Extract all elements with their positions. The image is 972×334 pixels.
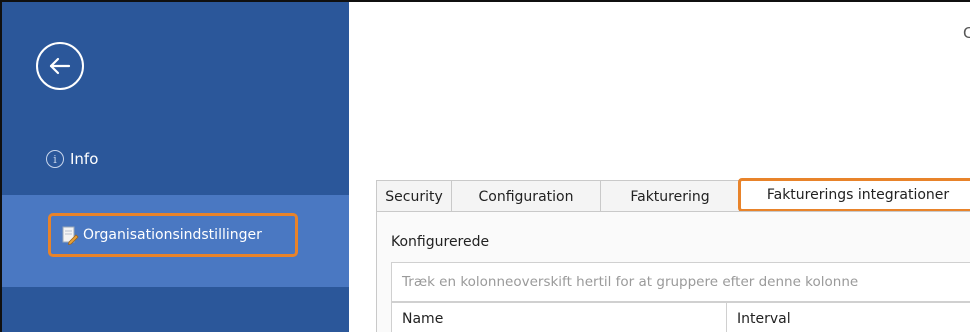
sidebar-item-organisationsindstillinger[interactable]: Organisationsindstillinger	[2, 195, 349, 287]
group-by-drop-area[interactable]: Træk en kolonneoverskift hertil for at g…	[391, 262, 970, 302]
sidebar-item-info-label: Info	[70, 150, 99, 168]
sidebar-item-highlight: Organisationsindstillinger	[48, 213, 298, 257]
tab-panel: Konfigurerede Træk en kolonneoverskift h…	[376, 211, 970, 332]
header-corner-text: C	[963, 24, 970, 42]
arrow-left-icon	[49, 57, 71, 75]
sidebar-item-organisationsindstillinger-label: Organisationsindstillinger	[83, 227, 262, 243]
column-header-interval[interactable]: Interval	[727, 303, 970, 332]
grid-header: Name Interval	[391, 302, 970, 332]
main-content: C Security Configuration Fakturering Fak…	[349, 2, 970, 332]
column-header-name[interactable]: Name	[392, 303, 726, 332]
tab-fakturerings-integrationer[interactable]: Fakturerings integrationer	[738, 178, 970, 212]
app-window: i Info Organisationsindstillinger C Secu…	[0, 0, 970, 332]
tab-fakturering[interactable]: Fakturering	[600, 180, 740, 212]
backstage-sidebar: i Info Organisationsindstillinger	[2, 2, 349, 332]
back-button[interactable]	[36, 42, 84, 90]
tab-configuration[interactable]: Configuration	[451, 180, 601, 212]
info-circle-icon: i	[46, 150, 64, 168]
sidebar-item-info[interactable]: i Info	[46, 144, 98, 174]
panel-title: Konfigurerede	[391, 234, 490, 250]
document-edit-icon	[62, 226, 79, 245]
tab-security[interactable]: Security	[376, 180, 452, 212]
